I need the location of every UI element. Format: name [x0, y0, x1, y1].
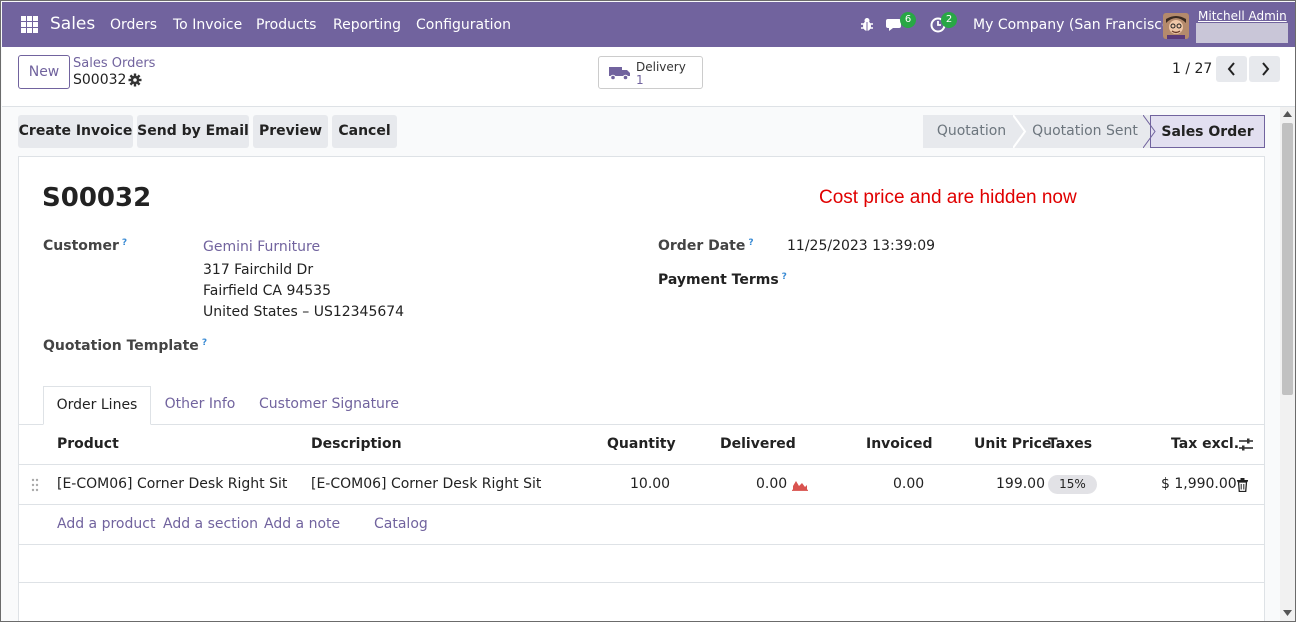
column-tax-excl[interactable]: Tax excl.	[1171, 436, 1239, 452]
menu-reporting[interactable]: Reporting	[333, 17, 401, 33]
column-description[interactable]: Description	[311, 436, 402, 452]
add-note-link[interactable]: Add a note	[264, 516, 340, 532]
column-delivered[interactable]: Delivered	[720, 436, 796, 452]
catalog-link[interactable]: Catalog	[374, 516, 428, 532]
menu-orders[interactable]: Orders	[110, 17, 157, 33]
row-tax-excl: $ 1,990.00	[1161, 476, 1237, 492]
column-unit-price[interactable]: Unit Price	[974, 436, 1051, 452]
preview-button[interactable]: Preview	[253, 115, 328, 148]
payment-terms-label: Payment Terms?	[658, 272, 787, 288]
column-invoiced[interactable]: Invoiced	[866, 436, 933, 452]
tab-order-lines[interactable]: Order Lines	[43, 386, 151, 425]
redacted-area	[1196, 23, 1288, 43]
optional-columns-icon[interactable]	[1239, 438, 1253, 451]
truck-icon	[609, 67, 630, 80]
scroll-down-icon[interactable]	[1283, 610, 1292, 616]
delivery-smart-button[interactable]: Delivery 1	[598, 56, 703, 89]
annotation-note: Cost price and are hidden now	[819, 187, 1077, 208]
scroll-up-icon[interactable]	[1283, 111, 1292, 117]
pager-value[interactable]: 1 / 27	[1172, 61, 1212, 77]
help-icon[interactable]: ?	[202, 338, 207, 348]
order-date-label: Order Date?	[658, 238, 754, 254]
vertical-scrollbar[interactable]	[1280, 107, 1295, 621]
help-icon[interactable]: ?	[782, 272, 787, 282]
pager-previous-button[interactable]	[1216, 56, 1247, 82]
status-separator-icon	[1013, 115, 1027, 148]
row-quantity[interactable]: 10.00	[630, 476, 670, 492]
row-product[interactable]: [E-COM06] Corner Desk Right Sit	[57, 476, 287, 492]
gear-icon[interactable]	[128, 73, 142, 87]
order-title: S00032	[42, 183, 152, 213]
messages-badge: 6	[900, 12, 916, 28]
user-avatar[interactable]	[1163, 13, 1189, 39]
chevron-left-icon	[1227, 62, 1235, 76]
app-name[interactable]: Sales	[50, 14, 95, 34]
drag-handle-icon[interactable]	[31, 478, 39, 492]
help-icon[interactable]: ?	[748, 238, 753, 248]
empty-table-row	[19, 545, 1264, 583]
control-panel: New Sales Orders S00032 Delivery 1 1 / 2	[2, 47, 1295, 107]
address-line-2: Fairfield CA 94535	[203, 283, 331, 299]
order-date-value[interactable]: 11/25/2023 13:39:09	[787, 238, 935, 254]
forecast-chart-icon[interactable]	[792, 478, 808, 491]
breadcrumb-sales-orders[interactable]: Sales Orders	[73, 56, 155, 71]
address-line-3: United States – US12345674	[203, 304, 405, 320]
new-button[interactable]: New	[18, 55, 70, 89]
add-line-row: Add a product Add a section Add a note C…	[19, 505, 1264, 545]
cancel-button[interactable]: Cancel	[332, 115, 397, 148]
table-row[interactable]: [E-COM06] Corner Desk Right Sit [E-COM06…	[19, 465, 1264, 505]
order-lines-header: Product Description Quantity Delivered I…	[19, 425, 1264, 465]
scrollbar-thumb[interactable]	[1282, 123, 1293, 395]
customer-name-link[interactable]: Gemini Furniture	[203, 239, 320, 255]
row-delivered: 0.00	[756, 476, 788, 492]
app-window: Sales Orders To Invoice Products Reporti…	[0, 0, 1296, 622]
pager-next-button[interactable]	[1249, 56, 1280, 82]
column-product[interactable]: Product	[57, 436, 119, 452]
menu-configuration[interactable]: Configuration	[416, 17, 511, 33]
tab-customer-signature[interactable]: Customer Signature	[254, 386, 404, 425]
quotation-template-label: Quotation Template?	[43, 338, 208, 354]
breadcrumb-current-record: S00032	[73, 72, 127, 88]
column-taxes[interactable]: Taxes	[1048, 436, 1092, 452]
customer-label: Customer?	[43, 238, 128, 254]
add-section-link[interactable]: Add a section	[163, 516, 258, 532]
tab-other-info[interactable]: Other Info	[157, 386, 243, 425]
add-product-link[interactable]: Add a product	[57, 516, 155, 532]
address-line-1: 317 Fairchild Dr	[203, 262, 314, 278]
company-switcher[interactable]: My Company (San Francisco)	[973, 17, 1176, 33]
bug-icon[interactable]	[860, 17, 874, 32]
status-quotation-sent[interactable]: Quotation Sent	[1020, 115, 1150, 148]
status-quotation[interactable]: Quotation	[923, 115, 1020, 148]
status-separator-icon	[1143, 115, 1156, 148]
form-tabs: Order Lines Other Info Customer Signatur…	[19, 386, 1264, 425]
create-invoice-button[interactable]: Create Invoice	[18, 115, 133, 148]
row-invoiced: 0.00	[893, 476, 925, 492]
menu-to-invoice[interactable]: To Invoice	[173, 17, 242, 33]
user-name[interactable]: Mitchell Admin	[1198, 9, 1287, 23]
help-icon[interactable]: ?	[122, 238, 127, 248]
top-navbar: Sales Orders To Invoice Products Reporti…	[2, 2, 1295, 47]
activities-badge: 2	[941, 12, 957, 28]
delivery-count: 1	[636, 73, 644, 87]
delivery-label: Delivery	[636, 60, 686, 74]
column-quantity[interactable]: Quantity	[607, 436, 676, 452]
trash-icon[interactable]	[1237, 478, 1248, 492]
row-unit-price[interactable]: 199.00	[996, 476, 1045, 492]
send-by-email-button[interactable]: Send by Email	[137, 115, 249, 148]
status-sales-order[interactable]: Sales Order	[1150, 115, 1265, 148]
tax-badge[interactable]: 15%	[1048, 475, 1097, 494]
apps-menu-icon[interactable]	[21, 16, 38, 33]
menu-products[interactable]: Products	[256, 17, 316, 33]
chevron-right-icon	[1261, 62, 1269, 76]
row-description[interactable]: [E-COM06] Corner Desk Right Sit	[311, 476, 541, 492]
